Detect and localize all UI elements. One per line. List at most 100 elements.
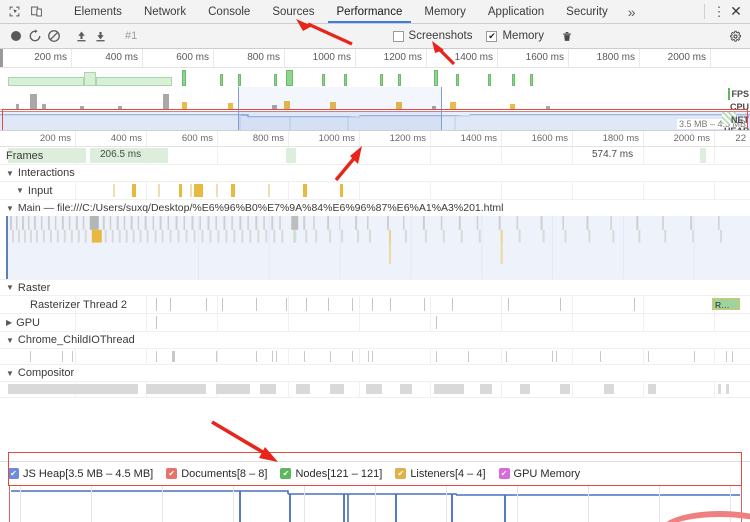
chrome-childiothread-label: ▼ Chrome_ChildIOThread [0, 332, 135, 348]
recording-selector[interactable]: #1 [125, 30, 137, 42]
overview-ruler: 200 ms 400 ms 600 ms 800 ms 1000 ms 1200… [0, 49, 750, 68]
tab-performance[interactable]: Performance [326, 0, 414, 23]
capture-settings-icon[interactable] [726, 30, 744, 43]
counter-documents[interactable]: ✔ Documents[8 – 8] [166, 468, 267, 480]
overview-body[interactable]: 3.5 MB – 4.5 MB FPS CPU NET HEAP [0, 68, 750, 130]
counter-js-heap[interactable]: ✔ JS Heap[3.5 MB – 4.5 MB] [8, 468, 153, 480]
memory-label: Memory [502, 30, 544, 42]
device-toolbar-icon[interactable] [28, 4, 44, 20]
tab-console[interactable]: Console [197, 0, 261, 23]
kebab-menu-label: ⋮ [712, 3, 726, 19]
tab-application[interactable]: Application [477, 0, 555, 23]
raster-expand-icon[interactable]: ▼ [6, 283, 14, 292]
counters-chart[interactable] [0, 485, 750, 522]
overview-tick-6: 1400 ms [454, 52, 493, 63]
overview-tick-7: 1600 ms [525, 52, 564, 63]
close-icon[interactable]: ✕ [728, 3, 744, 20]
tab-elements[interactable]: Elements [63, 0, 133, 23]
reload-and-record-button[interactable] [25, 27, 44, 46]
tracks-tick-1: 400 ms [110, 133, 142, 144]
more-tabs-icon[interactable]: » [619, 0, 645, 23]
tracks-tick-3: 800 ms [252, 133, 284, 144]
raster-row-label: ▼ Raster [0, 280, 50, 295]
flame-chart-pane[interactable]: 200 ms 400 ms 600 ms 800 ms 1000 ms 1200… [0, 131, 750, 398]
gpu-label-text: GPU [16, 316, 40, 329]
main-row[interactable]: ▼ Main — file:///C:/Users/suxq/Desktop/%… [0, 200, 750, 280]
memory-checkbox[interactable]: ✔ Memory [486, 30, 544, 42]
frames-duration-2: 574.7 ms [592, 149, 634, 160]
chrome-childiothread-label-text: Chrome_ChildIOThread [17, 334, 135, 346]
close-label: ✕ [730, 3, 742, 19]
compositor-expand-icon[interactable]: ▼ [6, 369, 14, 378]
interactions-expand-icon[interactable]: ▼ [6, 169, 14, 178]
main-flame-bars [9, 216, 723, 279]
overview-selection-window[interactable] [238, 87, 442, 130]
overview-tick-9: 2000 ms [667, 52, 706, 63]
listeners-checkbox[interactable]: ✔ [395, 468, 407, 479]
chrome-childiothread-expand-icon[interactable]: ▼ [6, 336, 14, 345]
gpu-memory-checkbox[interactable]: ✔ [498, 468, 510, 479]
gpu-expand-icon[interactable]: ▶ [6, 318, 12, 327]
main-expand-icon[interactable]: ▼ [6, 204, 14, 213]
documents-checkbox[interactable]: ✔ [166, 468, 178, 479]
tracks-tick-10: 22 [735, 133, 746, 144]
compositor-events-row[interactable] [0, 382, 750, 398]
gpu-row[interactable]: ▶ GPU [0, 314, 750, 332]
tab-elements-label: Elements [74, 5, 122, 18]
timeline-overview[interactable]: 200 ms 400 ms 600 ms 800 ms 1000 ms 1200… [0, 49, 750, 131]
interactions-label-text: Interactions [17, 167, 75, 179]
frames-row[interactable]: Frames 206.5 ms 574.7 ms [0, 147, 750, 165]
input-expand-icon[interactable]: ▼ [16, 186, 24, 195]
export-profile-icon[interactable] [91, 27, 110, 46]
nodes-checkbox[interactable]: ✔ [280, 468, 292, 479]
counter-listeners[interactable]: ✔ Listeners[4 – 4] [395, 467, 486, 480]
inspect-cursor-icon[interactable] [6, 4, 22, 20]
tab-security[interactable]: Security [555, 0, 619, 23]
tab-network[interactable]: Network [133, 0, 197, 23]
raster-row[interactable]: ▼ Raster [0, 280, 750, 296]
screenshots-checkbox[interactable]: Screenshots [392, 30, 472, 42]
nodes-label: Nodes[121 – 121] [295, 467, 383, 480]
input-label-text: Input [27, 184, 53, 197]
overview-tick-8: 1800 ms [596, 52, 635, 63]
input-row[interactable]: ▼ Input [0, 182, 750, 200]
overview-tick-4: 1000 ms [312, 52, 351, 63]
counter-nodes[interactable]: ✔ Nodes[121 – 121] [280, 468, 382, 480]
overview-tick-2: 600 ms [176, 52, 209, 63]
overview-label-fps: FPS [731, 89, 749, 99]
rasterizer-thread-2-row[interactable]: Rasterizer Thread 2 R… [0, 296, 750, 314]
listeners-label: Listeners[4 – 4] [410, 467, 486, 480]
overview-left-edge [0, 49, 3, 67]
tracks-tick-5: 1200 ms [389, 133, 426, 144]
raster-event-badge[interactable]: R… [712, 298, 740, 310]
compositor-label-text: Compositor [17, 367, 75, 379]
gpu-row-label: ▶ GPU [0, 314, 40, 331]
annotation-arrow-counters [211, 420, 278, 462]
tracks-tick-2: 600 ms [181, 133, 213, 144]
clear-button[interactable] [44, 27, 63, 46]
tab-sources[interactable]: Sources [261, 0, 325, 23]
js-heap-label: JS Heap[3.5 MB – 4.5 MB] [23, 467, 154, 480]
counter-gpu-memory[interactable]: ✔ GPU Memory [498, 467, 581, 480]
interactions-row[interactable]: ▼ Interactions [0, 165, 750, 182]
js-heap-checkbox[interactable]: ✔ [8, 468, 19, 479]
tracks-tick-0: 200 ms [39, 133, 71, 144]
counters-chart-gridlines [0, 485, 750, 522]
counters-legend[interactable]: ✔ JS Heap[3.5 MB – 4.5 MB] ✔ Documents[8… [0, 461, 750, 485]
main-flame-chart[interactable] [6, 216, 750, 279]
memory-checkbox-box: ✔ [486, 30, 498, 42]
counters-chart-left-marker [9, 485, 10, 522]
overview-label-net: NET [731, 115, 749, 125]
tab-memory[interactable]: Memory [413, 0, 477, 23]
kebab-menu-icon[interactable]: ⋮ [712, 4, 726, 20]
collect-garbage-icon[interactable] [558, 30, 576, 43]
chrome-childiothread-events-row[interactable] [0, 349, 750, 365]
chrome-childiothread-row[interactable]: ▼ Chrome_ChildIOThread [0, 332, 750, 349]
tracks-tick-7: 1600 ms [531, 133, 568, 144]
record-button[interactable] [6, 27, 25, 46]
raster-label-text: Raster [17, 281, 51, 294]
import-profile-icon[interactable] [72, 27, 91, 46]
gpu-memory-label: GPU Memory [513, 467, 581, 480]
compositor-row[interactable]: ▼ Compositor [0, 365, 750, 382]
main-label-text: Main — file:///C:/Users/suxq/Desktop/%E6… [17, 202, 504, 214]
